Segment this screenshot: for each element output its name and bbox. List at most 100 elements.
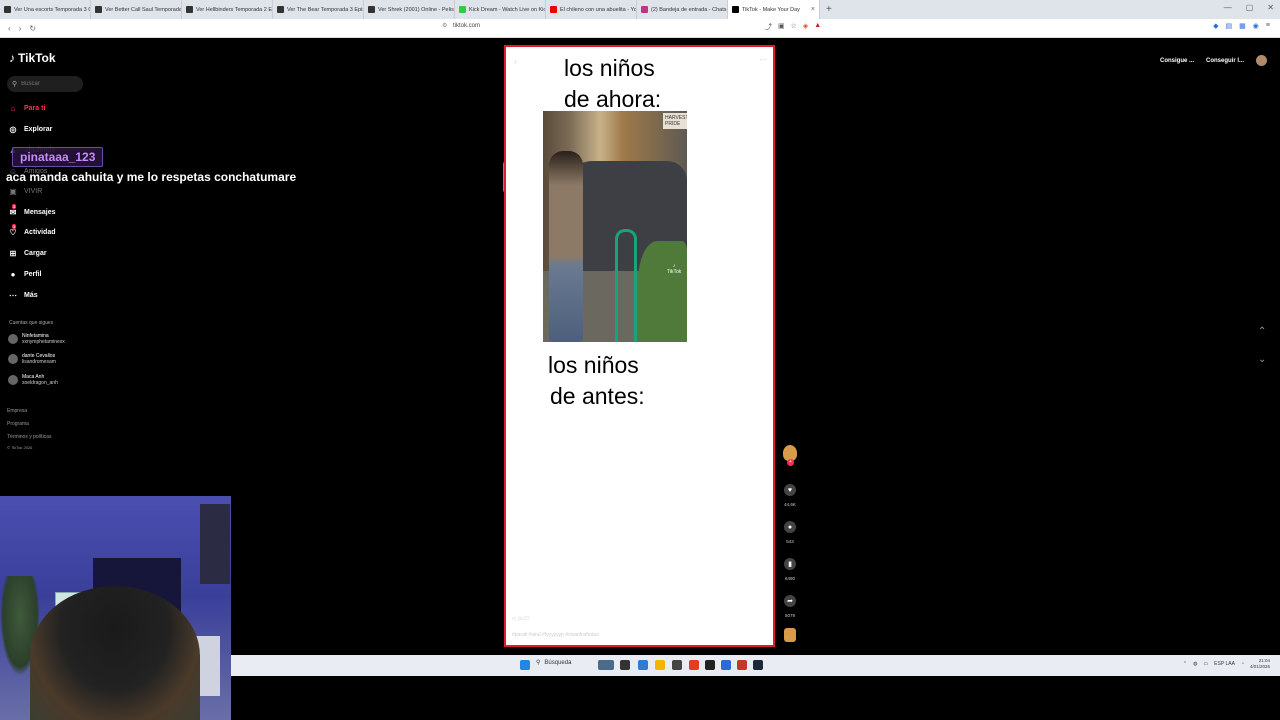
footer-link[interactable]: Términos y políticas (7, 434, 51, 440)
clock[interactable]: 21:04 4/01/2026 (1250, 658, 1270, 670)
tab-label: El chileno con una abuelita - YouTube (560, 6, 637, 13)
bookmark-icon[interactable]: ☆ (791, 22, 797, 32)
forward-icon[interactable]: › (19, 24, 22, 33)
avatar (8, 375, 18, 385)
browser-tab[interactable]: Kick Dream - Watch Live on Kick× (455, 0, 546, 19)
browser-tab[interactable]: Ver Better Call Saul Temporada 2 Ep× (91, 0, 182, 19)
screenshot-icon[interactable]: ▣ (778, 22, 785, 32)
video-player[interactable]: ‹ ⋯ los niños de ahora: HARVEST PRIDE ♪ T… (504, 45, 775, 647)
tiktok-logo[interactable]: ♪ TikTok (9, 51, 56, 65)
comment-count: 543 (786, 539, 794, 544)
browser-tab[interactable]: El chileno con una abuelita - YouTube× (546, 0, 637, 19)
followed-account[interactable]: Ninfetamina xxnymphetaminexx (8, 333, 65, 345)
footer-link[interactable]: Empresa (7, 408, 27, 414)
search-box[interactable]: ⚲ (7, 76, 83, 92)
rewards-icon[interactable]: ▲ (814, 22, 821, 32)
share-icon[interactable]: ➦ (784, 595, 796, 607)
video-back-icon[interactable]: ‹ (514, 57, 517, 66)
video-username[interactable]: vi_bo22 (512, 616, 530, 622)
brave-icon[interactable] (689, 660, 699, 670)
sidebar-item-más[interactable]: ⋯ Más (8, 290, 38, 300)
volume-icon[interactable]: ◔ (1241, 661, 1244, 667)
calendar-icon[interactable] (737, 660, 747, 670)
share-action[interactable]: ➦ 5079 (782, 595, 798, 618)
next-video-icon[interactable]: ⌄ (1258, 354, 1266, 365)
close-icon[interactable]: ✕ (1267, 3, 1274, 12)
language-indicator[interactable]: ESP LAA (1214, 661, 1235, 667)
follow-plus-icon[interactable]: + (787, 459, 794, 466)
system-tray: ⌃ ◍ ▭ ESP LAA ◔ 21:04 4/01/2026 (1183, 658, 1270, 670)
comment-action[interactable]: ● 543 (782, 521, 798, 544)
browser-tab[interactable]: TikTok - Make Your Day × (728, 0, 820, 19)
network-icon[interactable]: ◍ (1193, 661, 1197, 667)
share-page-icon[interactable]: ⤴ (765, 22, 772, 32)
site-info-icon[interactable]: ⚙ (442, 22, 447, 29)
sidebar-item-para-ti[interactable]: ⌂ Para ti (8, 103, 46, 113)
browser-tab[interactable]: Ver Shrek (2001) Online - Pelisplus× (364, 0, 455, 19)
minimize-icon[interactable]: — (1224, 3, 1232, 12)
account-handle: soeldragon_anh (22, 380, 58, 386)
task-view-icon[interactable] (620, 660, 630, 670)
video-hashtags[interactable]: #parati #viral #fyyyyyyp #vivanlosfrutas (512, 632, 599, 638)
sidebar-item-mensajes[interactable]: ✉ 1 Mensajes (8, 204, 56, 217)
browser-tab[interactable]: Ver The Bear Temporada 3 Episodio× (273, 0, 364, 19)
sidebar-item-explorar[interactable]: ◎ Explorar (8, 124, 53, 134)
tab-favicon-icon (550, 6, 557, 13)
tab-favicon-icon (186, 6, 193, 13)
browser-tab[interactable]: (2) Bandeja de entrada - Chats× (637, 0, 728, 19)
back-icon[interactable]: ‹ (8, 24, 11, 33)
battery-icon[interactable]: ▭ (1203, 661, 1208, 667)
tab-label: Ver The Bear Temporada 3 Episodio (287, 6, 363, 13)
save-action[interactable]: ▮ 6490 (782, 558, 798, 581)
photo-sign: HARVEST PRIDE (663, 113, 687, 129)
browser-tab[interactable]: Ver Hellbinders Temporada 2 Episo× (182, 0, 273, 19)
comment-icon[interactable]: ● (784, 521, 796, 533)
wall-poster (200, 504, 230, 584)
followed-account[interactable]: Maca Anh soeldragon_anh (8, 374, 58, 386)
sidebar-item-label: Más (24, 291, 38, 299)
taskbar-search[interactable]: ⚲ Búsqueda (536, 659, 571, 667)
video-options-icon[interactable]: ⋯ (759, 55, 767, 64)
tab-favicon-icon (368, 6, 375, 13)
music-disc-icon[interactable] (784, 628, 796, 642)
menu-icon[interactable]: ≡ (1266, 22, 1270, 30)
footer-link[interactable]: Programa (7, 421, 29, 427)
edge-icon[interactable] (638, 660, 648, 670)
windows-start-icon[interactable] (520, 660, 530, 670)
tab-close-icon[interactable]: × (811, 6, 815, 13)
logo-text: TikTok (18, 51, 56, 65)
webcam-overlay (0, 496, 231, 720)
widgets-icon[interactable] (598, 660, 614, 670)
creator-avatar[interactable]: + (783, 445, 797, 466)
tray-chevron-icon[interactable]: ⌃ (1183, 661, 1187, 667)
sidebar-item-cargar[interactable]: ⊞ Cargar (8, 248, 47, 258)
search-input[interactable] (21, 81, 77, 87)
profile-avatar[interactable] (1256, 55, 1268, 66)
sidebar-item-actividad[interactable]: ♡ 1 Actividad (8, 224, 56, 237)
prev-video-icon[interactable]: ⌃ (1258, 326, 1266, 337)
bookmark-save-icon[interactable]: ▮ (784, 558, 796, 570)
url-field[interactable]: tiktok.com (453, 23, 480, 29)
vpn-icon[interactable]: ◉ (1253, 22, 1259, 30)
reload-icon[interactable]: ↻ (29, 24, 36, 33)
wallet-icon[interactable]: ▦ (1239, 22, 1246, 30)
extension-icon[interactable]: ◆ (1213, 22, 1218, 30)
heart-icon[interactable]: ♥ (784, 484, 796, 496)
browser-tab[interactable]: Ver Una escorts Temporada 3 Capítulo× (0, 0, 91, 19)
new-tab-button[interactable]: + (820, 4, 838, 15)
sidebar-item-vivir[interactable]: ▣ VIVIR (8, 186, 42, 196)
steam-icon[interactable] (753, 660, 763, 670)
obs-icon[interactable] (672, 660, 682, 670)
video-progress[interactable] (512, 645, 536, 647)
file-explorer-icon[interactable] (655, 660, 665, 670)
get-app-button[interactable]: Conseguir l... (1206, 58, 1244, 64)
brave-shield-icon[interactable]: ◈ (803, 22, 808, 32)
like-action[interactable]: ♥ 44,6K (782, 484, 798, 507)
sidebar-item-perfil[interactable]: ● Perfil (8, 269, 42, 279)
get-coins-button[interactable]: Consigue ... (1160, 58, 1194, 64)
followed-account[interactable]: dante Cevallos lisandromesam (8, 353, 56, 365)
app-icon[interactable] (705, 660, 715, 670)
sidebar-toggle-icon[interactable]: ▤ (1226, 22, 1233, 30)
discord-icon[interactable] (721, 660, 731, 670)
maximize-icon[interactable]: ▢ (1246, 3, 1254, 12)
